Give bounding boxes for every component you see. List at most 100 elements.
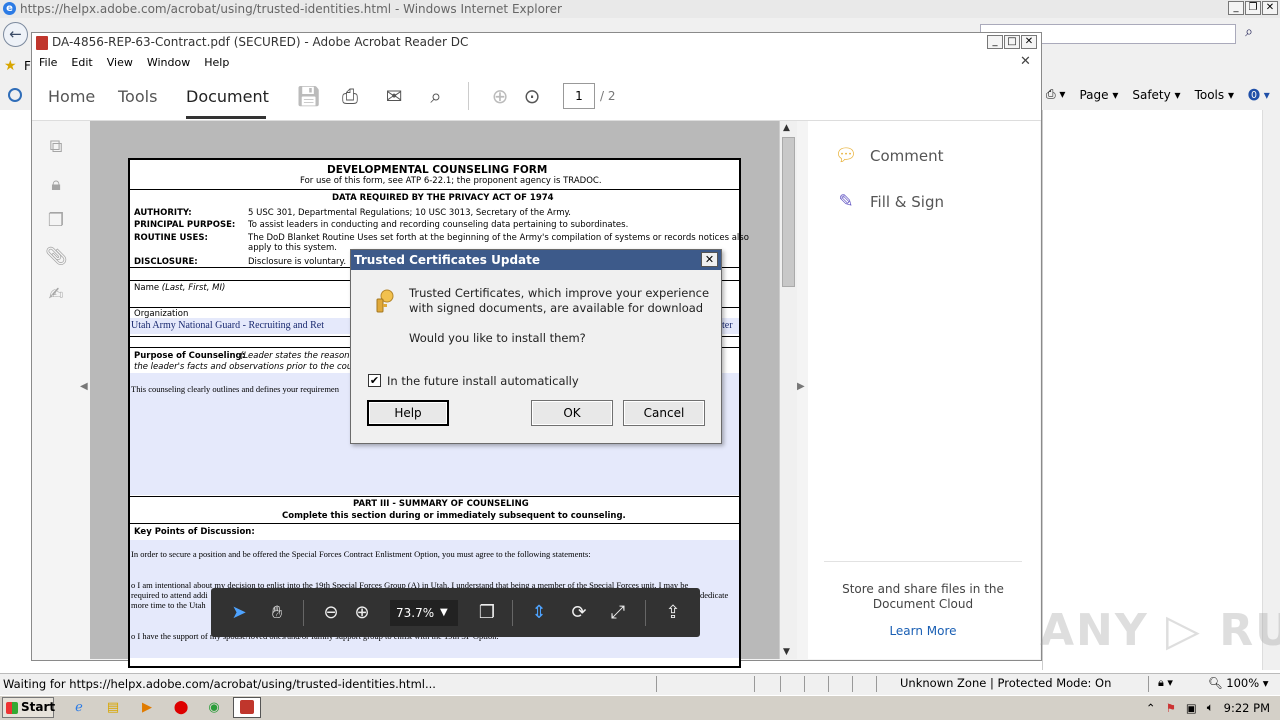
start-button[interactable]: Start bbox=[2, 697, 55, 718]
ie-title-bar: e https://helpx.adobe.com/acrobat/using/… bbox=[0, 0, 1280, 18]
page-number-input[interactable]: 1 bbox=[563, 83, 595, 109]
zoom-level[interactable]: 🔍︎ 100% ▾ bbox=[1208, 673, 1269, 693]
full-screen-icon[interactable]: ⤢ bbox=[605, 600, 631, 626]
help-button[interactable]: Help bbox=[367, 400, 449, 426]
tray-volume-icon[interactable]: 🔈︎ bbox=[1207, 700, 1214, 715]
fill-sign-tool[interactable]: ✎ Fill & Sign bbox=[834, 191, 944, 213]
scroll-down-icon[interactable]: ▼ bbox=[783, 647, 790, 657]
folder-taskbar-icon[interactable]: ▤ bbox=[102, 698, 124, 717]
rotate-icon[interactable]: ⟳ bbox=[566, 600, 592, 626]
taskbar bbox=[0, 695, 1280, 720]
clock[interactable]: 9:22 PM bbox=[1224, 701, 1270, 715]
ie-scrollbar[interactable] bbox=[1262, 110, 1280, 670]
protected-mode-icon[interactable]: 🔒︎ ▾ bbox=[1158, 673, 1173, 693]
share-icon[interactable]: ⇪ bbox=[660, 600, 686, 626]
copy-pages-icon[interactable]: ❐ bbox=[45, 210, 67, 232]
acrobat-menu-bar: File Edit View Window Help bbox=[32, 53, 1041, 71]
fit-page-icon[interactable]: ⇕ bbox=[526, 600, 552, 626]
restore-icon[interactable]: ❐ bbox=[1245, 1, 1261, 15]
favorites-star-icon[interactable]: ★ bbox=[4, 58, 17, 74]
printer-icon[interactable]: ⎙ ▾ bbox=[1046, 87, 1065, 102]
chrome-taskbar-icon[interactable]: ◉ bbox=[203, 698, 225, 717]
safety-menu[interactable]: Safety ▾ bbox=[1132, 88, 1180, 102]
chevron-down-icon[interactable]: ▼ bbox=[440, 600, 448, 626]
menu-view[interactable]: View bbox=[107, 56, 133, 69]
dialog-close-button[interactable]: ✕ bbox=[701, 252, 718, 267]
comment-icon: 💬︎ bbox=[834, 145, 858, 166]
ie-command-bar: ⎙ ▾ Page ▾ Safety ▾ Tools ▾ ⓿ ▾ bbox=[1046, 86, 1270, 103]
media-player-taskbar-icon[interactable]: ▶ bbox=[136, 698, 158, 717]
tools-menu[interactable]: Tools ▾ bbox=[1195, 88, 1234, 102]
purpose-counsel-label: Purpose of Counseling: bbox=[134, 351, 246, 361]
learn-more-link[interactable]: Learn More bbox=[826, 624, 1020, 638]
signature-icon[interactable]: ✍︎ bbox=[45, 284, 67, 306]
select-tool-icon[interactable]: ➤ bbox=[226, 600, 252, 626]
routine-label: ROUTINE USES: bbox=[134, 233, 208, 243]
tab-document[interactable]: Document bbox=[186, 87, 269, 106]
favorites-label[interactable]: F bbox=[24, 59, 31, 73]
scroll-thumb[interactable] bbox=[782, 137, 795, 287]
zoom-in-icon[interactable]: ⊕ bbox=[349, 600, 375, 626]
tray-up-arrow-icon[interactable]: ⌃ bbox=[1146, 701, 1156, 715]
purpose-label: PRINCIPAL PURPOSE: bbox=[134, 220, 236, 230]
previous-page-icon[interactable]: ⊕︎ bbox=[488, 84, 512, 108]
close-document-icon[interactable]: ✕ bbox=[1020, 54, 1031, 69]
status-separator bbox=[876, 676, 877, 692]
page-menu[interactable]: Page ▾ bbox=[1079, 88, 1118, 102]
scroll-up-icon[interactable]: ▲ bbox=[783, 123, 790, 133]
email-icon[interactable]: ✉ bbox=[382, 84, 406, 108]
tab-home[interactable]: Home bbox=[48, 87, 95, 106]
comment-tool[interactable]: 💬︎ Comment bbox=[834, 145, 944, 167]
print-icon[interactable]: ⎙ bbox=[338, 84, 362, 108]
cancel-button[interactable]: Cancel bbox=[623, 400, 705, 426]
collapse-left-icon[interactable]: ◀ bbox=[80, 381, 88, 392]
document-cloud-promo: Store and share files in the Document Cl… bbox=[826, 582, 1020, 612]
toolbar-separator bbox=[512, 600, 513, 626]
form-rule bbox=[130, 496, 739, 497]
tray-network-icon[interactable]: ▣ bbox=[1186, 701, 1197, 715]
close-icon[interactable]: ✕ bbox=[1021, 35, 1037, 49]
collapse-right-icon[interactable]: ▶ bbox=[797, 381, 805, 392]
help-icon[interactable]: ⓿ ▾ bbox=[1248, 86, 1270, 103]
search-icon[interactable]: ⌕ bbox=[424, 84, 448, 108]
next-page-icon[interactable]: ⊙︎ bbox=[520, 84, 544, 108]
lock-icon[interactable]: 🔒︎ bbox=[45, 174, 67, 196]
maximize-icon[interactable]: □ bbox=[1004, 35, 1020, 49]
minimize-icon[interactable]: _ bbox=[987, 35, 1003, 49]
page-thumbnails-icon[interactable]: ⧉ bbox=[45, 136, 67, 158]
menu-edit[interactable]: Edit bbox=[71, 56, 92, 69]
tab-tools[interactable]: Tools bbox=[118, 87, 157, 106]
fill-sign-label: Fill & Sign bbox=[870, 193, 944, 211]
form-rule bbox=[130, 189, 739, 190]
zoom-out-icon[interactable]: ⊖ bbox=[318, 600, 344, 626]
toolbar-separator bbox=[645, 600, 646, 626]
save-icon[interactable]: 💾︎ bbox=[296, 84, 321, 108]
tray-flag-icon[interactable]: ⚑ bbox=[1166, 701, 1176, 715]
page-total: / 2 bbox=[600, 89, 616, 103]
opera-taskbar-icon[interactable]: ⬤ bbox=[170, 698, 192, 717]
menu-help[interactable]: Help bbox=[204, 56, 229, 69]
page-display-icon[interactable]: ❐ bbox=[474, 600, 500, 626]
ie-window-controls: _ ❐ ✕ bbox=[1228, 1, 1278, 15]
acrobat-window-controls: _ □ ✕ bbox=[987, 35, 1037, 49]
auto-install-label[interactable]: In the future install automatically bbox=[387, 374, 579, 388]
hand-tool-icon[interactable]: ✋︎ bbox=[264, 600, 290, 626]
pdf-icon bbox=[36, 36, 48, 50]
attachment-icon[interactable]: 📎︎ bbox=[45, 246, 68, 268]
auto-install-checkbox[interactable]: ✔ bbox=[368, 374, 381, 387]
close-icon[interactable]: ✕ bbox=[1262, 1, 1278, 15]
org-value-tail: ter bbox=[722, 320, 733, 331]
ok-button[interactable]: OK bbox=[531, 400, 613, 426]
back-button[interactable]: ← bbox=[3, 22, 28, 47]
status-separator bbox=[780, 676, 781, 692]
ie-taskbar-icon[interactable]: ℯ bbox=[68, 698, 90, 717]
promo-line-2: Document Cloud bbox=[872, 597, 974, 611]
acrobat-taskbar-button[interactable] bbox=[233, 697, 261, 718]
menu-window[interactable]: Window bbox=[147, 56, 190, 69]
menu-file[interactable]: File bbox=[39, 56, 57, 69]
acrobat-window-title: DA-4856-REP-63-Contract.pdf (SECURED) - … bbox=[52, 35, 469, 49]
tab-icon[interactable] bbox=[8, 88, 22, 102]
minimize-icon[interactable]: _ bbox=[1228, 1, 1244, 15]
document-scrollbar[interactable]: ▲ ▼ bbox=[779, 121, 797, 659]
search-icon[interactable]: ⌕ bbox=[1238, 24, 1260, 44]
